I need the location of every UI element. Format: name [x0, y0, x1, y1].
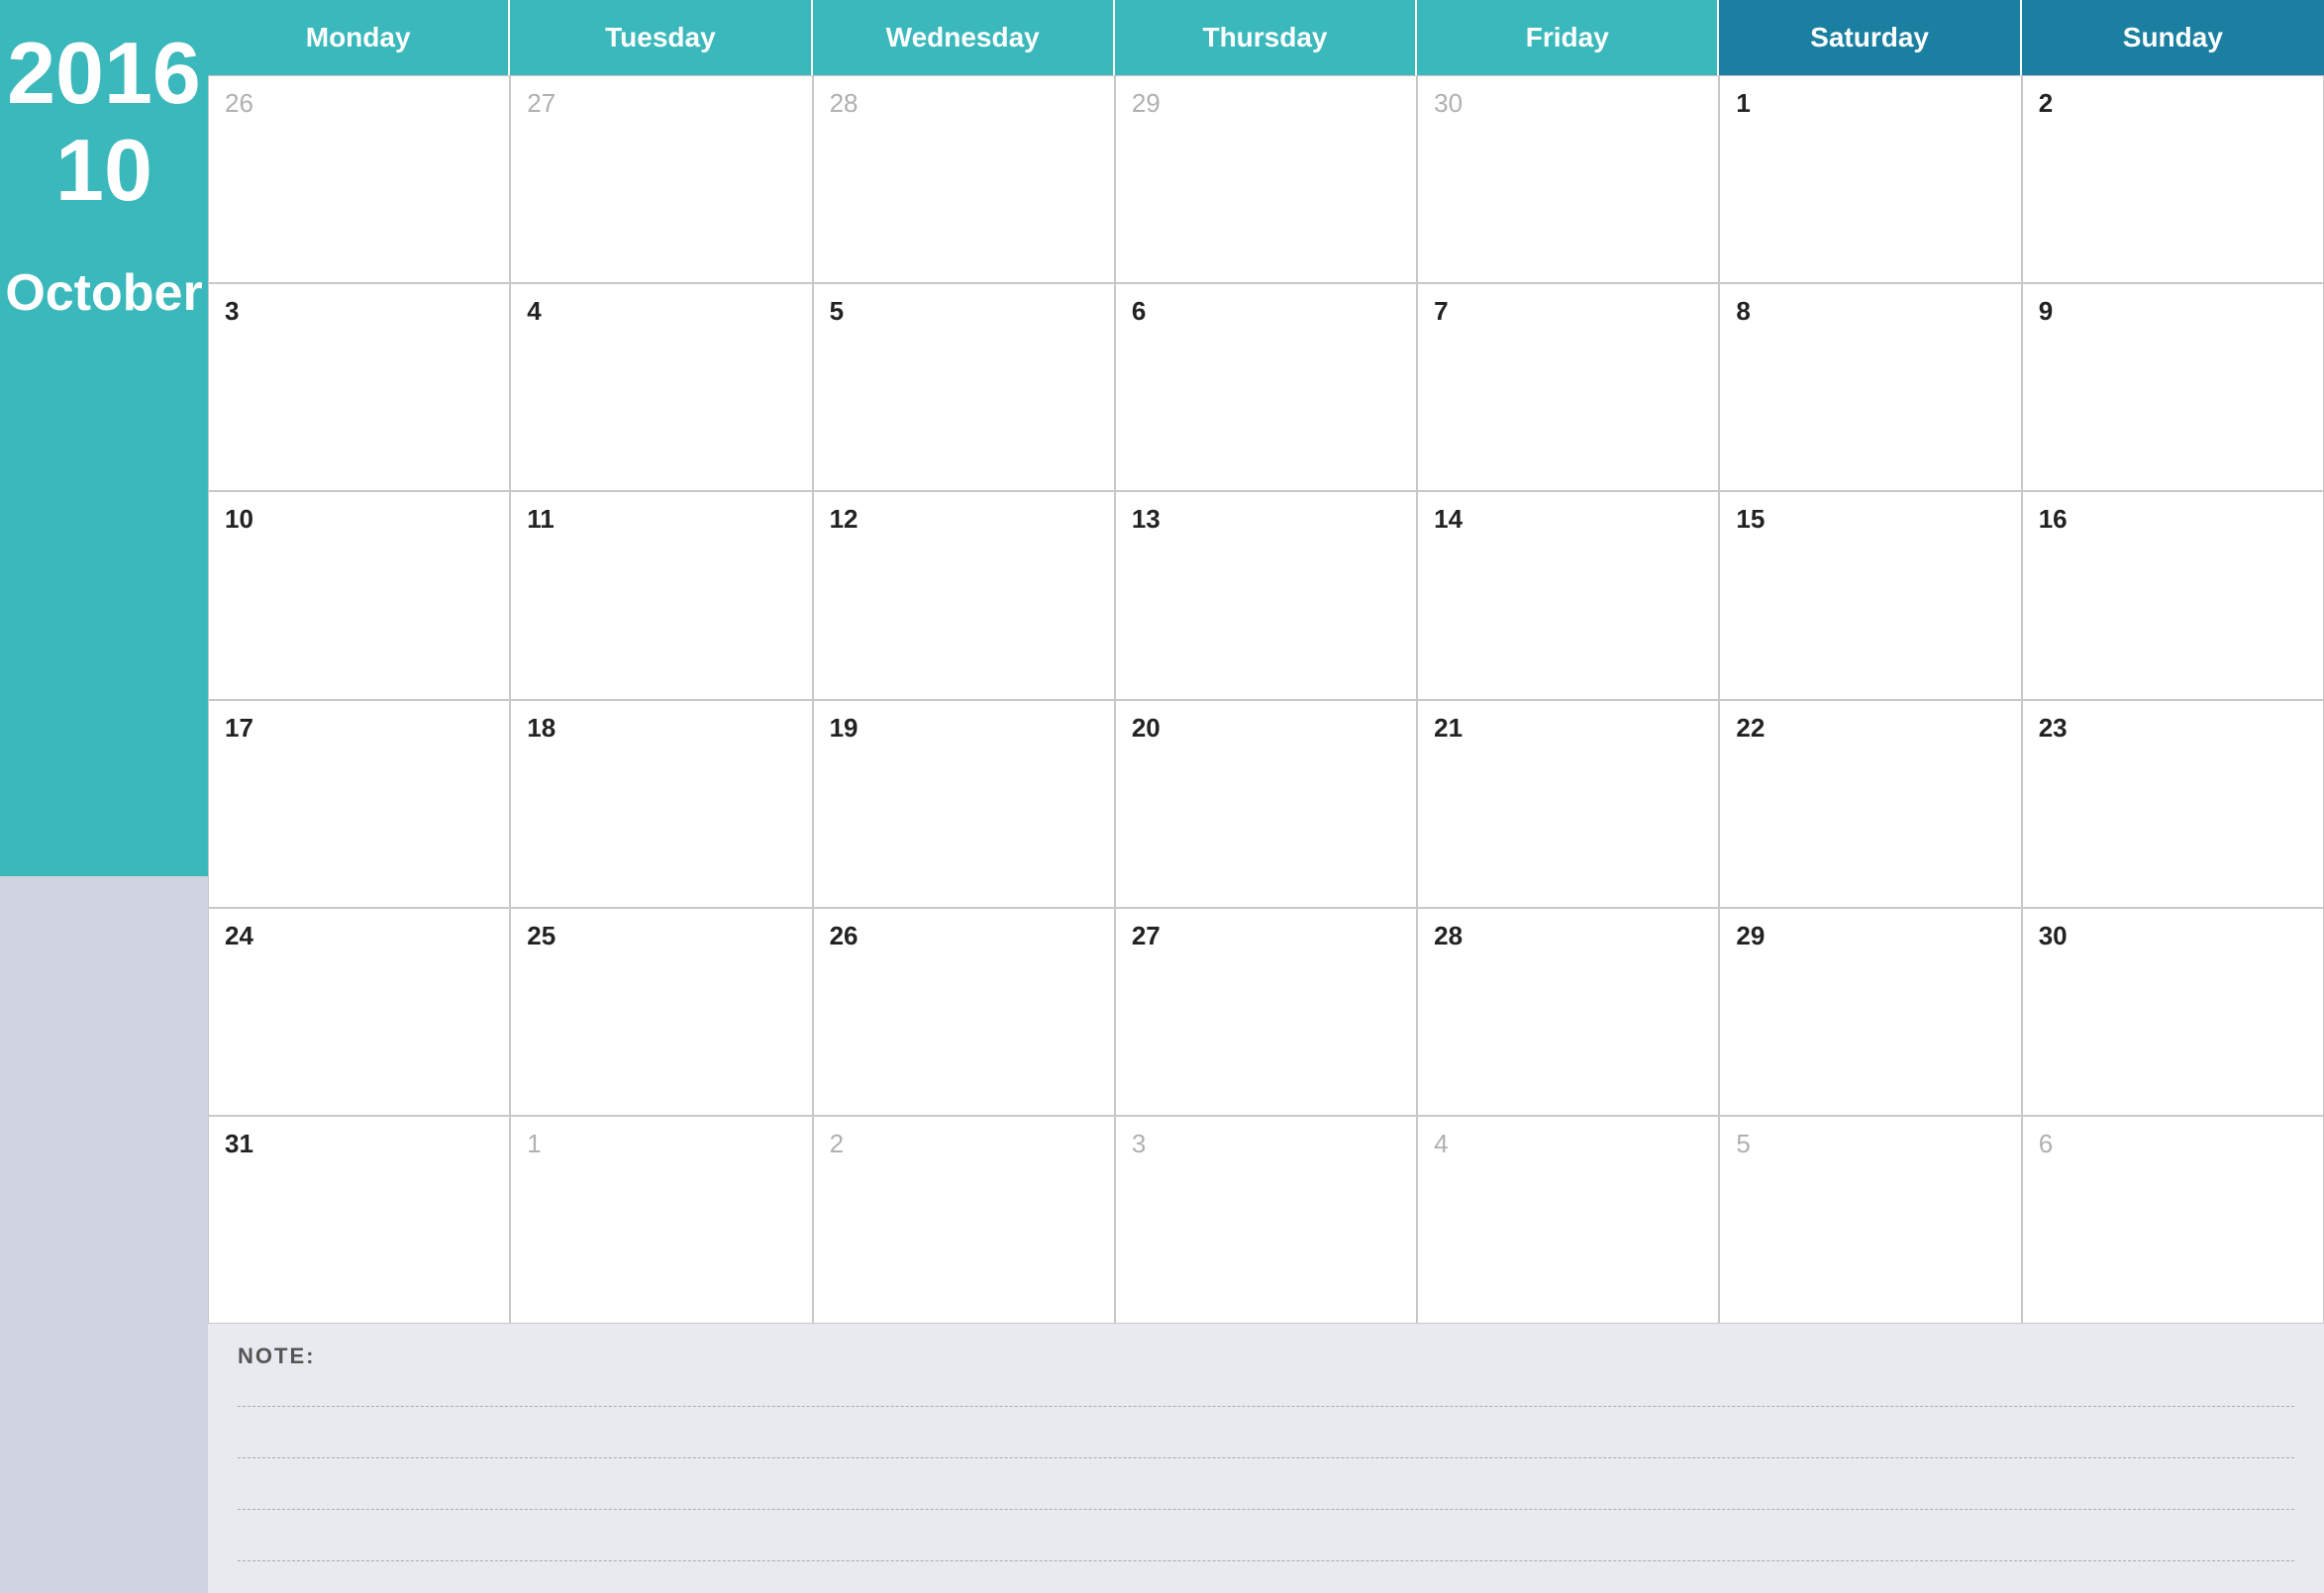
- cell-w4-sun: 23: [2022, 700, 2324, 908]
- month-name-label: October: [5, 263, 202, 323]
- notes-line-3: [238, 1480, 2294, 1510]
- calendar-container: 2016 10 October Monday Tuesday Wednesday…: [0, 0, 2324, 1593]
- cell-w1-wed: 28: [813, 75, 1115, 283]
- cell-w6-thu: 3: [1115, 1116, 1417, 1324]
- header-monday: Monday: [208, 0, 510, 75]
- cell-w4-thu: 20: [1115, 700, 1417, 908]
- cell-w3-sat: 15: [1719, 491, 2021, 699]
- cell-w5-fri: 28: [1417, 908, 1719, 1116]
- cell-w6-mon: 31: [208, 1116, 510, 1324]
- cell-w2-fri: 7: [1417, 283, 1719, 491]
- cell-w1-mon: 26: [208, 75, 510, 283]
- notes-line-2: [238, 1429, 2294, 1458]
- cell-w6-tue: 1: [510, 1116, 812, 1324]
- cell-w6-wed: 2: [813, 1116, 1115, 1324]
- cell-w5-wed: 26: [813, 908, 1115, 1116]
- cell-w4-sat: 22: [1719, 700, 2021, 908]
- header-friday: Friday: [1417, 0, 1719, 75]
- notes-line-1: [238, 1377, 2294, 1407]
- cell-w2-tue: 4: [510, 283, 812, 491]
- cell-w2-mon: 3: [208, 283, 510, 491]
- header-thursday: Thursday: [1115, 0, 1417, 75]
- cell-w6-sun: 6: [2022, 1116, 2324, 1324]
- cell-w3-mon: 10: [208, 491, 510, 699]
- cell-w3-thu: 13: [1115, 491, 1417, 699]
- cell-w5-thu: 27: [1115, 908, 1417, 1116]
- sidebar: 2016 10 October: [0, 0, 208, 1593]
- cell-w5-mon: 24: [208, 908, 510, 1116]
- cell-w6-fri: 4: [1417, 1116, 1719, 1324]
- cell-w1-sat: 1: [1719, 75, 2021, 283]
- cell-w4-mon: 17: [208, 700, 510, 908]
- cell-w5-sat: 29: [1719, 908, 2021, 1116]
- cell-w3-fri: 14: [1417, 491, 1719, 699]
- cell-w3-tue: 11: [510, 491, 812, 699]
- notes-label: NOTE:: [238, 1344, 2294, 1369]
- calendar-grid: 26 27 28 29 30 1 2 3 4 5 6 7 8 9 10 11 1…: [208, 75, 2324, 1324]
- cell-w5-sun: 30: [2022, 908, 2324, 1116]
- cell-w1-tue: 27: [510, 75, 812, 283]
- cell-w4-fri: 21: [1417, 700, 1719, 908]
- cell-w1-fri: 30: [1417, 75, 1719, 283]
- header-wednesday: Wednesday: [813, 0, 1115, 75]
- notes-area: NOTE:: [208, 1324, 2324, 1593]
- header-tuesday: Tuesday: [510, 0, 812, 75]
- cell-w6-sat: 5: [1719, 1116, 2021, 1324]
- header-saturday: Saturday: [1719, 0, 2021, 75]
- cell-w2-thu: 6: [1115, 283, 1417, 491]
- cell-w4-tue: 18: [510, 700, 812, 908]
- cell-w3-sun: 16: [2022, 491, 2324, 699]
- cell-w5-tue: 25: [510, 908, 812, 1116]
- cell-w2-sat: 8: [1719, 283, 2021, 491]
- header-sunday: Sunday: [2022, 0, 2324, 75]
- cell-w1-sun: 2: [2022, 75, 2324, 283]
- main-area: Monday Tuesday Wednesday Thursday Friday…: [208, 0, 2324, 1593]
- year-label: 2016: [7, 30, 201, 117]
- days-header: Monday Tuesday Wednesday Thursday Friday…: [208, 0, 2324, 75]
- month-number-label: 10: [55, 127, 152, 214]
- cell-w2-sun: 9: [2022, 283, 2324, 491]
- cell-w1-thu: 29: [1115, 75, 1417, 283]
- cell-w3-wed: 12: [813, 491, 1115, 699]
- notes-line-4: [238, 1532, 2294, 1561]
- cell-w4-wed: 19: [813, 700, 1115, 908]
- cell-w2-wed: 5: [813, 283, 1115, 491]
